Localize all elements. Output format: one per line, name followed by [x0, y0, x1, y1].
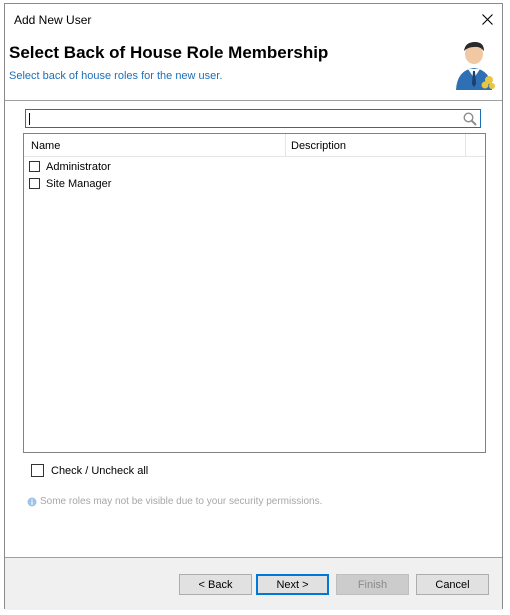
role-checkbox[interactable]	[29, 161, 40, 172]
title-bar: Add New User	[5, 4, 502, 34]
column-header-description[interactable]: Description	[291, 140, 346, 152]
info-icon	[27, 497, 37, 506]
search-input[interactable]	[25, 109, 481, 128]
grid-header: Name Description	[24, 134, 485, 157]
close-icon	[481, 13, 493, 25]
cancel-button[interactable]: Cancel	[416, 574, 489, 595]
column-divider[interactable]	[285, 134, 286, 156]
column-divider[interactable]	[465, 134, 466, 156]
text-caret	[29, 113, 30, 125]
page-title: Select Back of House Role Membership	[9, 43, 329, 62]
security-info-note: Some roles may not be visible due to you…	[27, 496, 322, 507]
search-icon[interactable]	[462, 111, 478, 127]
wizard-header: Select Back of House Role Membership Sel…	[5, 34, 502, 96]
role-checkbox[interactable]	[29, 178, 40, 189]
role-name: Administrator	[46, 160, 111, 173]
check-all-label: Check / Uncheck all	[51, 464, 149, 477]
finish-button[interactable]: Finish	[336, 574, 409, 595]
user-roles-icon	[456, 42, 495, 90]
wizard-body: Name Description Administrator Site Mana…	[5, 100, 502, 558]
window-title: Add New User	[14, 13, 92, 27]
column-header-name[interactable]: Name	[31, 140, 60, 152]
check-all-checkbox[interactable]	[31, 464, 44, 477]
roles-grid: Name Description Administrator Site Mana…	[23, 133, 486, 453]
list-item[interactable]: Administrator	[29, 158, 111, 175]
button-bar: < Back Next > Finish Cancel	[5, 557, 502, 610]
list-item[interactable]: Site Manager	[29, 175, 111, 192]
info-text: Some roles may not be visible due to you…	[40, 496, 323, 507]
add-new-user-dialog: Add New User Select Back of House Role M…	[4, 3, 503, 610]
role-name: Site Manager	[46, 177, 112, 190]
next-button[interactable]: Next >	[256, 574, 329, 595]
page-subtitle: Select back of house roles for the new u…	[9, 70, 223, 82]
back-button[interactable]: < Back	[179, 574, 252, 595]
check-all-toggle[interactable]: Check / Uncheck all	[31, 464, 148, 477]
close-button[interactable]	[472, 4, 502, 34]
